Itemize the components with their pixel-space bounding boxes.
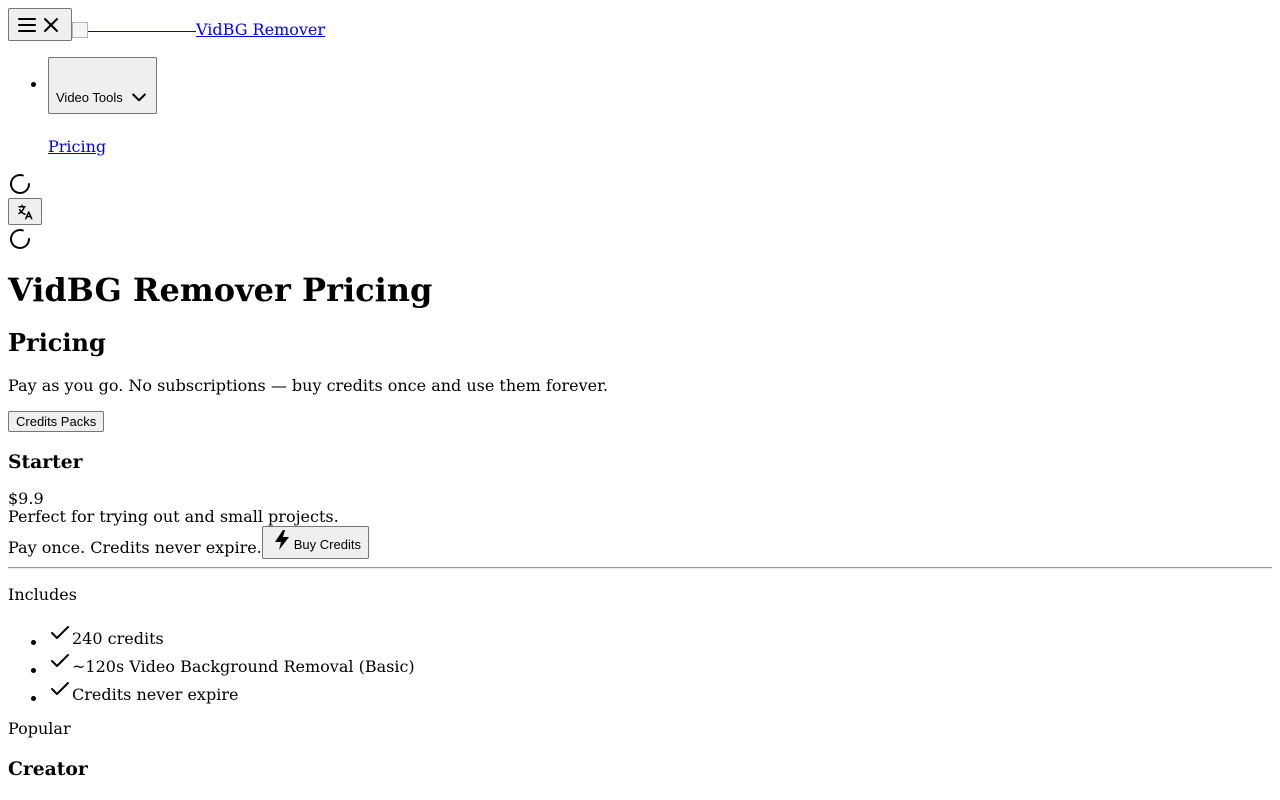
list-item: ~120s Video Background Removal (Basic) xyxy=(48,648,1272,676)
close-icon xyxy=(39,13,63,37)
header: VidBG Remover xyxy=(8,8,1272,41)
feature-text: ~120s Video Background Removal (Basic) xyxy=(72,657,415,676)
pricing-subtitle: Pay as you go. No subscriptions — buy cr… xyxy=(8,376,609,395)
check-icon xyxy=(48,620,72,648)
list-item: 240 credits xyxy=(48,620,1272,648)
plan-price: $9.9 xyxy=(8,489,44,508)
language-button[interactable] xyxy=(8,198,42,225)
nav-item-video-tools: Video Tools xyxy=(48,57,1272,114)
loading-spinner-icon xyxy=(8,172,32,196)
plan-description: Perfect for trying out and small project… xyxy=(8,507,339,526)
feature-list: 240 credits ~120s Video Background Remov… xyxy=(8,620,1272,704)
list-item: Credits never expire xyxy=(48,676,1272,704)
plan-card-starter: Starter $9.9 Perfect for trying out and … xyxy=(8,451,1272,704)
plan-card-creator: Popular Creator xyxy=(8,719,1272,781)
nav-pricing-link[interactable]: Pricing xyxy=(48,138,1272,156)
divider xyxy=(8,567,1272,569)
page-title: VidBG Remover Pricing xyxy=(8,271,433,309)
video-tools-label: Video Tools xyxy=(56,90,123,105)
feature-text: Credits never expire xyxy=(72,685,239,704)
plan-name: Starter xyxy=(8,451,83,473)
check-icon xyxy=(48,676,72,704)
main-nav: Video Tools xyxy=(8,57,1272,114)
buy-credits-button[interactable]: Buy Credits xyxy=(261,526,369,559)
plan-pay-note: Pay once. Credits never expire. xyxy=(8,538,262,557)
feature-text: 240 credits xyxy=(72,629,164,648)
tab-credits-packs[interactable]: Credits Packs xyxy=(8,411,105,432)
chevron-down-icon xyxy=(129,87,149,105)
check-icon xyxy=(48,648,72,676)
menu-icon xyxy=(15,13,39,37)
plan-name: Creator xyxy=(8,758,88,780)
lightning-icon xyxy=(270,528,294,554)
video-tools-dropdown[interactable]: Video Tools xyxy=(48,57,157,114)
logo-image xyxy=(72,22,88,38)
translate-icon xyxy=(16,203,34,221)
buy-credits-label: Buy Credits xyxy=(293,537,361,552)
includes-label: Includes xyxy=(8,585,77,604)
brand-logo-link[interactable]: VidBG Remover xyxy=(72,21,325,39)
section-title: Pricing xyxy=(8,328,106,357)
menu-toggle-button[interactable] xyxy=(8,8,72,41)
popular-badge: Popular xyxy=(8,719,71,738)
loading-spinner-icon xyxy=(8,227,32,251)
brand-name: VidBG Remover xyxy=(196,20,326,39)
